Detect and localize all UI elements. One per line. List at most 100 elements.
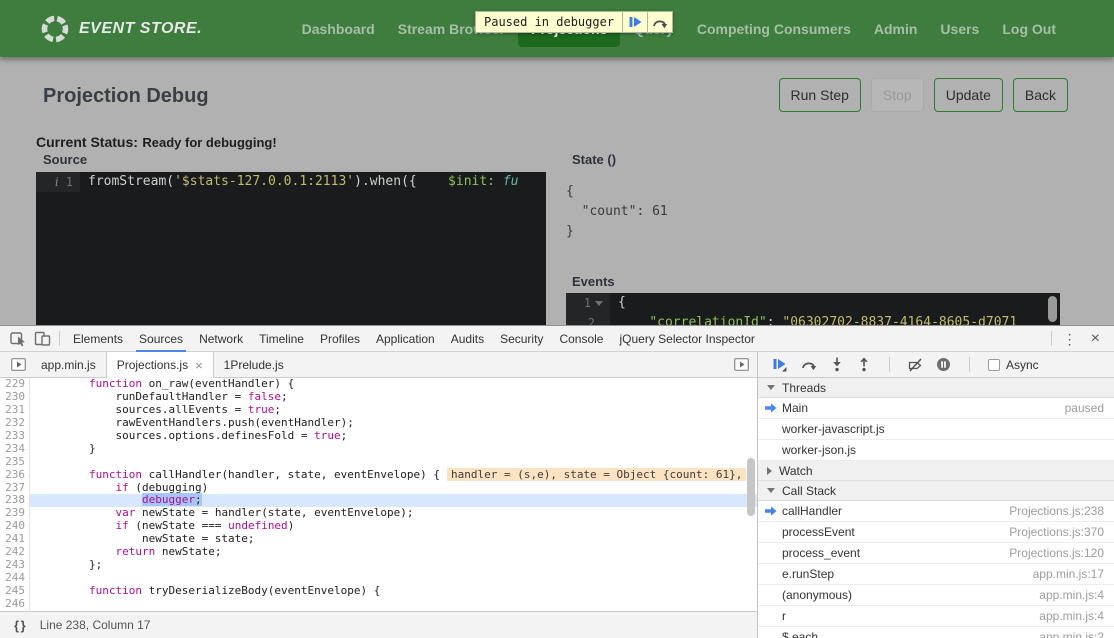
nav-item-competing-consumers[interactable]: Competing Consumers <box>687 12 861 46</box>
current-position-arrow-icon <box>765 506 777 516</box>
nav-item-log-out[interactable]: Log Out <box>992 12 1066 46</box>
pause-on-exceptions-button[interactable] <box>936 357 951 372</box>
threads-section-label: Threads <box>782 381 826 395</box>
line-number[interactable]: 245 <box>0 585 30 598</box>
thread-status: paused <box>1065 401 1104 415</box>
nav-item-dashboard[interactable]: Dashboard <box>292 12 385 46</box>
frame-function: process_event <box>782 546 860 560</box>
code-text: }; <box>30 559 757 572</box>
show-navigator-button[interactable] <box>6 352 31 377</box>
step-out-icon <box>857 357 871 372</box>
code-line-233: 233 sources.options.definesFold = true; <box>0 430 757 443</box>
source-gutter: i1 <box>36 172 80 192</box>
line-number[interactable]: 235 <box>0 456 30 469</box>
code-token: : <box>767 315 783 325</box>
code-token: function <box>89 378 142 390</box>
device-toolbar-button[interactable] <box>30 327 54 351</box>
line-number[interactable]: 233 <box>0 430 30 443</box>
call-stack-frame-process-event[interactable]: process_eventProjections.js:120 <box>758 543 1114 564</box>
line-number[interactable]: 236 <box>0 469 30 482</box>
annotation-info-icon: i <box>55 175 59 189</box>
tab-security[interactable]: Security <box>492 326 551 352</box>
call-stack-frame-anonymous[interactable]: (anonymous)app.min.js:4 <box>758 585 1114 606</box>
code-token: sources.allEvents = <box>36 403 248 416</box>
code-token: (newState === <box>129 519 228 532</box>
events-editor[interactable]: 1 { 2 "correlationId": "06302702-8837-41… <box>566 293 1060 325</box>
line-number[interactable]: 231 <box>0 404 30 417</box>
code-editor[interactable]: 229 function on_raw(eventHandler) {230 r… <box>0 378 757 611</box>
eventstore-logo[interactable]: EVENT STORE. <box>40 14 202 44</box>
file-tab-1prelude-js[interactable]: 1Prelude.js <box>214 352 294 377</box>
events-line-number: 1 <box>584 296 591 310</box>
source-code-text: fromStream('$stats-127.0.0.1:2113').when… <box>80 172 519 192</box>
thread-row-worker-javascript-js[interactable]: worker-javascript.js <box>758 419 1114 440</box>
current-status-label: Current Status: <box>36 134 138 150</box>
async-checkbox[interactable] <box>988 359 1000 371</box>
file-tab-label: 1Prelude.js <box>224 358 284 372</box>
call-stack-frame-r[interactable]: rapp.min.js:4 <box>758 606 1114 627</box>
async-label: Async <box>1006 358 1039 372</box>
thread-row-worker-json-js[interactable]: worker-json.js <box>758 440 1114 461</box>
code-token: function <box>89 468 142 481</box>
vertical-scrollbar[interactable] <box>747 458 755 516</box>
code-token: fu <box>495 174 518 189</box>
tab-application[interactable]: Application <box>368 326 443 352</box>
tab-sources[interactable]: Sources <box>131 326 191 352</box>
toolbar-separator-right <box>1051 331 1052 346</box>
fold-arrow-icon[interactable] <box>595 301 603 306</box>
code-text: return newState; <box>30 546 757 559</box>
devtools-menu-icon[interactable]: ⋮ <box>1057 332 1083 346</box>
tab-elements[interactable]: Elements <box>65 326 131 352</box>
deactivate-breakpoints-button[interactable] <box>908 358 923 372</box>
nav-item-users[interactable]: Users <box>930 12 989 46</box>
line-number[interactable]: 246 <box>0 598 30 611</box>
call-stack-frame-e-runstep[interactable]: e.runStepapp.min.js:17 <box>758 564 1114 585</box>
line-number[interactable]: 230 <box>0 391 30 404</box>
tab-timeline[interactable]: Timeline <box>251 326 312 352</box>
threads-section-header[interactable]: Threads <box>758 378 1114 398</box>
state-json: { "count": 61} <box>566 182 668 242</box>
line-number[interactable]: 234 <box>0 443 30 456</box>
update-button[interactable]: Update <box>934 78 1003 112</box>
nav-item-admin[interactable]: Admin <box>864 12 928 46</box>
inspect-element-button[interactable] <box>6 327 30 351</box>
tab-profiles[interactable]: Profiles <box>312 326 368 352</box>
step-out-button[interactable] <box>857 357 871 372</box>
devtools-body: app.min.jsProjections.js× 1Prelude.js 229… <box>0 352 1114 638</box>
source-code-editor[interactable]: i1 fromStream('$stats-127.0.0.1:2113').w… <box>36 172 546 325</box>
resume-script-button[interactable] <box>622 12 647 32</box>
tab-console[interactable]: Console <box>551 326 611 352</box>
events-scrollbar[interactable] <box>1048 296 1057 322</box>
frame-location: Projections.js:238 <box>1009 504 1104 518</box>
back-button[interactable]: Back <box>1013 78 1068 112</box>
tab-close-icon[interactable]: × <box>195 358 203 373</box>
step-over-button[interactable] <box>647 12 672 32</box>
projection-debug-page: Projection Debug Run StepStopUpdateBack … <box>0 57 1114 325</box>
pretty-print-icon[interactable]: { } <box>14 618 25 633</box>
watch-section-header[interactable]: Watch <box>758 461 1114 481</box>
line-number[interactable]: 229 <box>0 378 30 391</box>
thread-name: worker-javascript.js <box>782 422 885 436</box>
code-token <box>618 315 649 325</box>
tab-jquery-selector-inspector[interactable]: jQuery Selector Inspector <box>611 326 762 352</box>
resume-script-button-devtools[interactable] <box>773 358 788 372</box>
step-into-button[interactable] <box>830 357 844 372</box>
frame-function: processEvent <box>782 525 855 539</box>
call-stack-frame-each[interactable]: $.eachapp.min.js:2 <box>758 627 1114 638</box>
code-token <box>36 378 89 390</box>
line-number[interactable]: 232 <box>0 417 30 430</box>
show-drawer-button[interactable] <box>726 352 757 377</box>
call-stack-section-header[interactable]: Call Stack <box>758 481 1114 501</box>
call-stack-frame-processevent[interactable]: processEventProjections.js:370 <box>758 522 1114 543</box>
step-over-button-devtools[interactable] <box>801 358 817 371</box>
tab-network[interactable]: Network <box>191 326 251 352</box>
code-token: fromStream( <box>88 174 174 189</box>
devtools-close-icon[interactable]: × <box>1083 331 1108 347</box>
eventstore-ring-icon <box>40 14 70 44</box>
file-tab-app-min-js[interactable]: app.min.js <box>31 352 106 377</box>
thread-row-main[interactable]: Mainpaused <box>758 398 1114 419</box>
run-step-button[interactable]: Run Step <box>779 78 861 112</box>
call-stack-frame-callhandler[interactable]: callHandlerProjections.js:238 <box>758 501 1114 522</box>
file-tab-projections-js[interactable]: Projections.js× <box>106 352 214 378</box>
tab-audits[interactable]: Audits <box>443 326 492 352</box>
